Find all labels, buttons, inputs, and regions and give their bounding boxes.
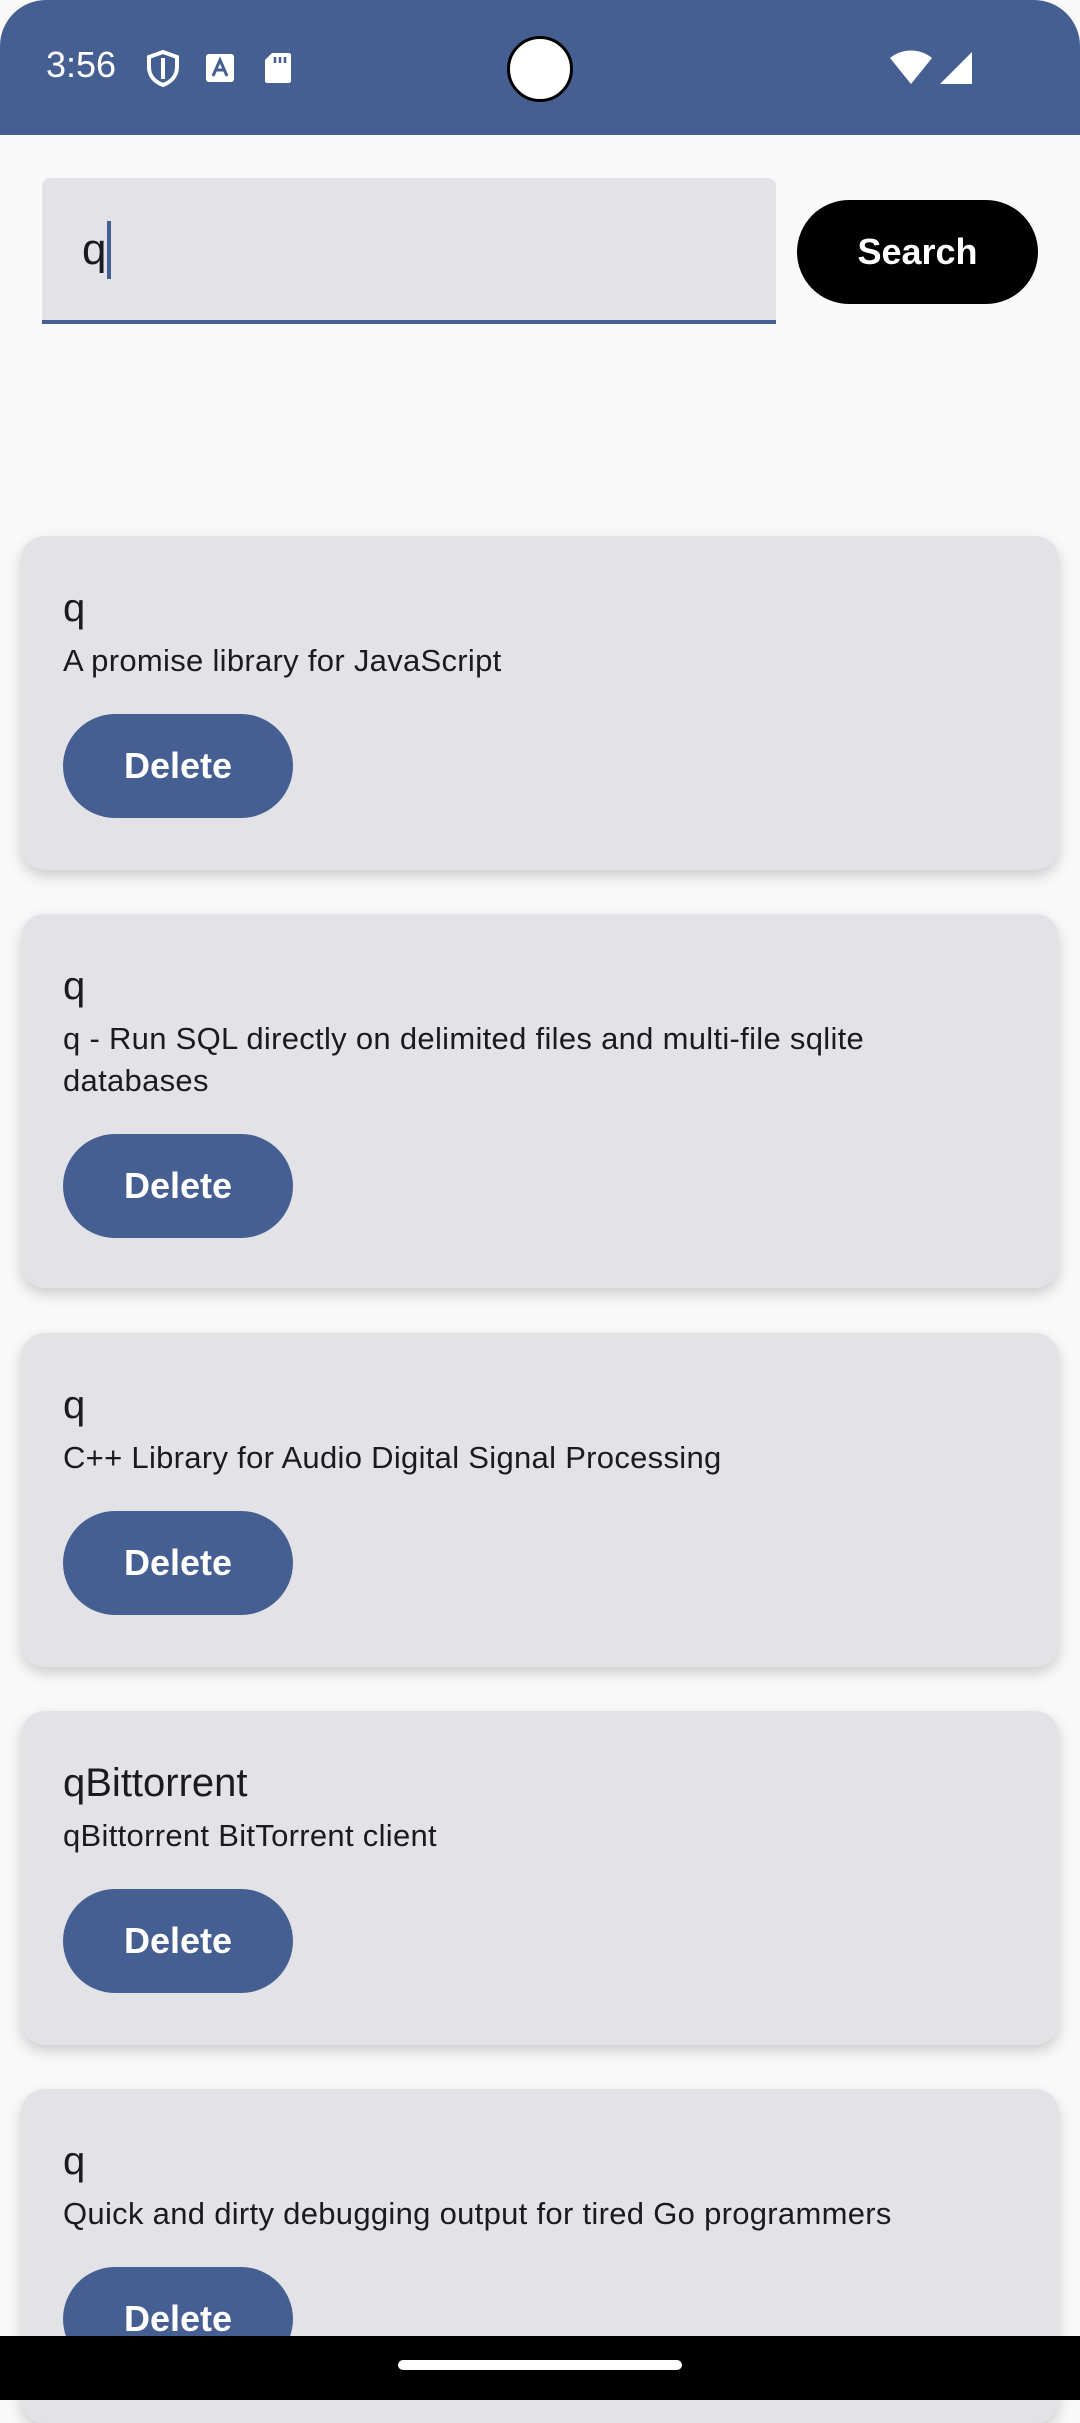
result-description: C++ Library for Audio Digital Signal Pro… xyxy=(63,1440,722,1475)
result-card: qBittorrent qBittorrent BitTorrent clien… xyxy=(21,1711,1059,2045)
result-title: q xyxy=(63,2139,86,2183)
search-input[interactable] xyxy=(82,220,682,280)
result-description: A promise library for JavaScript xyxy=(63,643,502,678)
navigation-bar xyxy=(0,2336,1080,2400)
result-description: qBittorrent BitTorrent client xyxy=(63,1818,437,1853)
delete-button[interactable]: Delete xyxy=(63,1889,293,1993)
delete-button[interactable]: Delete xyxy=(63,1134,293,1238)
camera-cutout xyxy=(507,36,573,102)
delete-button[interactable]: Delete xyxy=(63,714,293,818)
result-description: q - Run SQL directly on delimited files … xyxy=(63,1021,865,1098)
result-title: q xyxy=(63,586,86,630)
result-description: Quick and dirty debugging output for tir… xyxy=(63,2196,892,2231)
status-bar: 3:56 xyxy=(0,0,1080,135)
result-title: qBittorrent xyxy=(63,1761,248,1805)
delete-button[interactable]: Delete xyxy=(63,1511,293,1615)
result-title: q xyxy=(63,964,86,1008)
shield-icon xyxy=(143,48,183,88)
result-card: q A promise library for JavaScript Delet… xyxy=(21,536,1059,870)
search-button[interactable]: Search xyxy=(797,200,1038,304)
status-time: 3:56 xyxy=(46,44,117,85)
signal-icon xyxy=(934,48,978,88)
wifi-icon xyxy=(888,48,934,88)
text-a-icon xyxy=(200,48,240,88)
result-card: q C++ Library for Audio Digital Signal P… xyxy=(21,1333,1059,1667)
home-gesture-handle[interactable] xyxy=(398,2360,682,2370)
search-field[interactable] xyxy=(42,178,776,324)
result-title: q xyxy=(63,1383,86,1427)
result-card: q q - Run SQL directly on delimited file… xyxy=(21,914,1059,1288)
text-cursor xyxy=(107,221,111,279)
sd-card-icon xyxy=(258,48,298,88)
